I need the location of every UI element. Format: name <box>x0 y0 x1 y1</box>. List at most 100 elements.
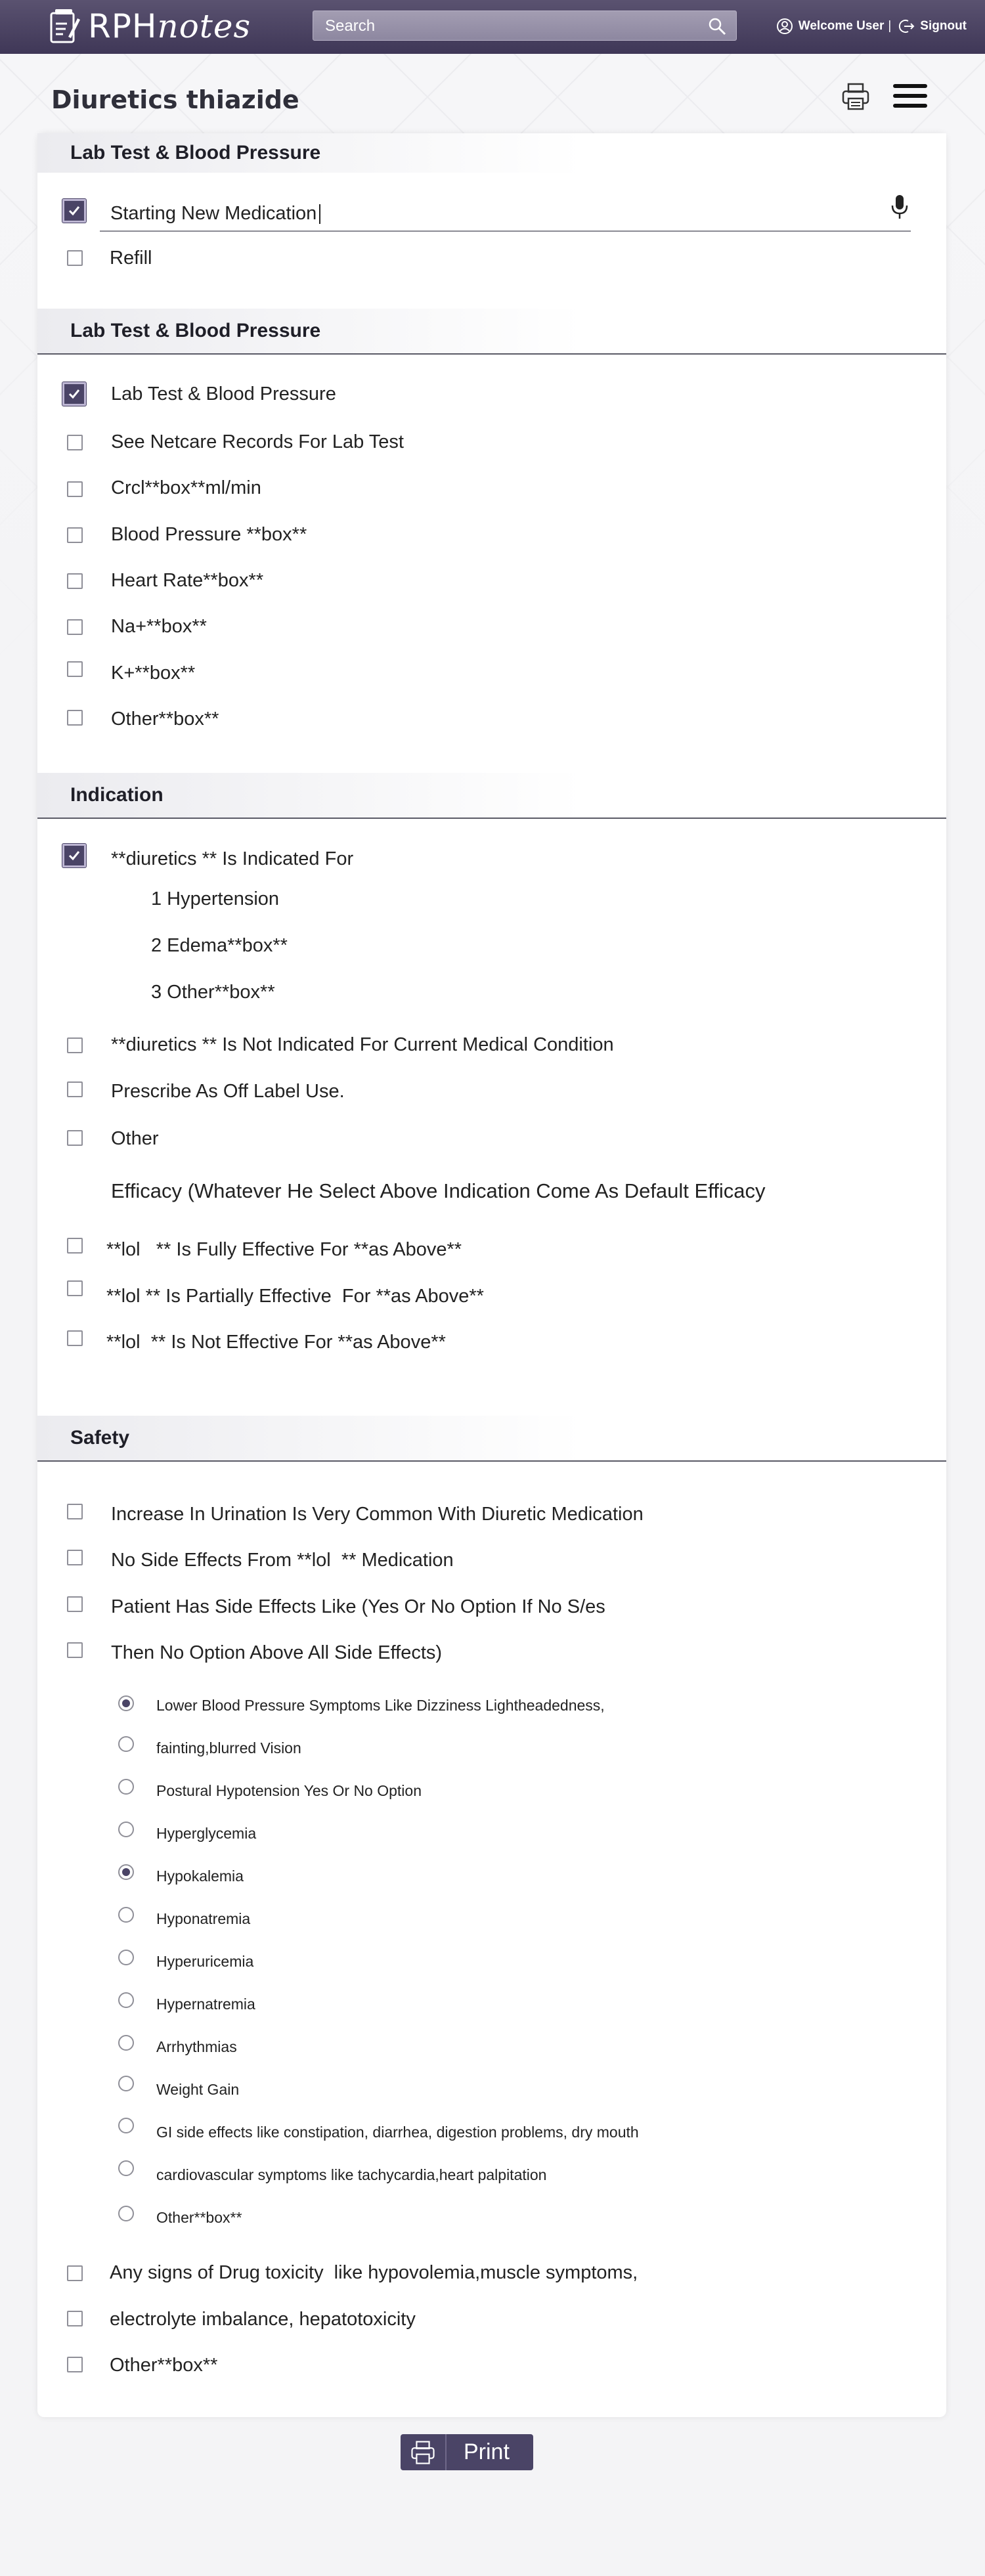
sodium-checkbox[interactable] <box>67 619 83 635</box>
has-side-effects-label: Patient Has Side Effects Like (Yes Or No… <box>111 1596 605 1617</box>
lab-test-label: Lab Test & Blood Pressure <box>111 383 336 404</box>
radio-gi-side-effects[interactable] <box>118 2118 134 2133</box>
radio-hyperglycemia[interactable] <box>118 1822 134 1837</box>
medication-text-field[interactable]: Starting New Medication <box>100 195 911 232</box>
search-input[interactable]: Search <box>313 11 737 41</box>
indicated-for-checkbox[interactable] <box>62 844 86 867</box>
header-separator: | <box>888 19 892 33</box>
radio-postural[interactable] <box>118 1779 134 1795</box>
radio-gi-side-effects-label: GI side effects like constipation, diarr… <box>156 2123 639 2141</box>
lab-test-checkbox[interactable] <box>62 382 86 406</box>
page-title: Diuretics thiazide <box>51 85 299 114</box>
edema-label: 2 Edema**box** <box>151 934 288 956</box>
print-button-icon-wrap <box>401 2434 447 2470</box>
netcare-label: See Netcare Records For Lab Test <box>111 431 404 452</box>
radio-arrhythmias[interactable] <box>118 2035 134 2051</box>
section-heading-lab-test-2: Lab Test & Blood Pressure <box>37 309 946 355</box>
partially-effective-checkbox[interactable] <box>67 1280 83 1296</box>
section-heading-indication: Indication <box>37 773 946 819</box>
crcl-label: Crcl**box**ml/min <box>111 477 261 498</box>
other-indication-label: 3 Other**box** <box>151 981 275 1003</box>
other-label: Other <box>111 1127 159 1149</box>
top-navbar: RPHnotes Search Welcome User | Signout <box>0 0 985 54</box>
section-heading-lab-test-1: Lab Test & Blood Pressure <box>37 133 946 173</box>
radio-hyperuricemia-label: Hyperuricemia <box>156 1952 254 1970</box>
potassium-label: K+**box** <box>111 662 196 684</box>
drug-toxicity-label: Any signs of Drug toxicity like hypovole… <box>110 2261 638 2283</box>
signout-link[interactable]: Signout <box>920 19 967 33</box>
radio-hypokalemia[interactable] <box>118 1864 134 1880</box>
radio-postural-label: Postural Hypotension Yes Or No Option <box>156 1781 422 1799</box>
other-lab-label: Other**box** <box>111 708 219 730</box>
crcl-checkbox[interactable] <box>67 481 83 497</box>
netcare-checkbox[interactable] <box>67 435 83 450</box>
radio-hypernatremia[interactable] <box>118 1992 134 2008</box>
other-lab-checkbox[interactable] <box>67 710 83 726</box>
radio-hypokalemia-label: Hypokalemia <box>156 1867 244 1885</box>
radio-fainting[interactable] <box>118 1736 134 1752</box>
section-heading-safety: Safety <box>37 1416 946 1462</box>
radio-other-side-effect[interactable] <box>118 2206 134 2221</box>
potassium-checkbox[interactable] <box>67 661 83 677</box>
no-option-label: Then No Option Above All Side Effects) <box>111 1642 443 1663</box>
radio-hyponatremia[interactable] <box>118 1907 134 1923</box>
other-safety-label: Other**box** <box>110 2354 218 2376</box>
logo-text: RPHnotes <box>88 7 252 45</box>
not-indicated-checkbox[interactable] <box>67 1037 83 1053</box>
other-safety-checkbox[interactable] <box>67 2357 83 2372</box>
radio-weight-gain-label: Weight Gain <box>156 2080 240 2098</box>
not-effective-label: **lol ** Is Not Effective For **as Above… <box>106 1331 446 1353</box>
print-button-label: Print <box>464 2439 510 2464</box>
radio-hyperuricemia[interactable] <box>118 1950 134 1965</box>
radio-arrhythmias-label: Arrhythmias <box>156 2038 237 2055</box>
radio-cardiovascular[interactable] <box>118 2160 134 2176</box>
form-card: Lab Test & Blood Pressure Starting New M… <box>37 133 946 2417</box>
radio-hyperglycemia-label: Hyperglycemia <box>156 1824 257 1842</box>
not-indicated-label: **diuretics ** Is Not Indicated For Curr… <box>111 1034 614 1055</box>
no-side-effects-checkbox[interactable] <box>67 1550 83 1565</box>
radio-other-side-effect-label: Other**box** <box>156 2208 242 2226</box>
radio-lower-bp[interactable] <box>118 1695 134 1711</box>
fully-effective-label: **lol ** Is Fully Effective For **as Abo… <box>106 1238 462 1260</box>
starting-medication-checkbox[interactable] <box>62 199 86 223</box>
drug-toxicity-checkbox[interactable] <box>67 2265 83 2281</box>
radio-fainting-label: fainting,blurred Vision <box>156 1739 301 1757</box>
radio-cardiovascular-label: cardiovascular symptoms like tachycardia… <box>156 2166 547 2183</box>
user-area: Welcome User | Signout <box>776 14 967 38</box>
urination-label: Increase In Urination Is Very Common Wit… <box>111 1503 644 1525</box>
off-label-label: Prescribe As Off Label Use. <box>111 1080 345 1102</box>
sodium-label: Na+**box** <box>111 615 207 637</box>
printer-icon <box>411 2440 435 2464</box>
urination-checkbox[interactable] <box>67 1504 83 1519</box>
partially-effective-label: **lol ** Is Partially Effective For **as… <box>106 1285 484 1307</box>
welcome-user-label[interactable]: Welcome User <box>799 19 885 33</box>
efficacy-note: Efficacy (Whatever He Select Above Indic… <box>111 1179 766 1202</box>
search-icon[interactable] <box>707 16 727 36</box>
radio-weight-gain[interactable] <box>118 2076 134 2091</box>
hypertension-label: 1 Hypertension <box>151 888 280 909</box>
off-label-checkbox[interactable] <box>67 1081 83 1097</box>
heart-rate-label: Heart Rate**box** <box>111 569 264 591</box>
microphone-icon[interactable] <box>890 194 909 220</box>
search-placeholder: Search <box>325 17 376 35</box>
radio-hypernatremia-label: Hypernatremia <box>156 1995 255 2013</box>
refill-checkbox[interactable] <box>67 250 83 266</box>
no-side-effects-label: No Side Effects From **lol ** Medication <box>111 1549 454 1571</box>
printer-icon[interactable] <box>841 81 871 112</box>
signout-icon[interactable] <box>898 18 915 35</box>
print-button[interactable]: Print <box>401 2434 533 2470</box>
heart-rate-checkbox[interactable] <box>67 573 83 589</box>
has-side-effects-checkbox[interactable] <box>67 1596 83 1612</box>
other-indication-checkbox[interactable] <box>67 1130 83 1146</box>
refill-label: Refill <box>110 247 152 269</box>
fully-effective-checkbox[interactable] <box>67 1238 83 1254</box>
electrolyte-checkbox[interactable] <box>67 2311 83 2326</box>
no-option-checkbox[interactable] <box>67 1642 83 1658</box>
electrolyte-label: electrolyte imbalance, hepatotoxicity <box>110 2308 416 2330</box>
indicated-for-label: **diuretics ** Is Indicated For <box>111 848 354 869</box>
app-logo[interactable]: RPHnotes <box>47 7 251 46</box>
user-icon <box>776 18 793 34</box>
not-effective-checkbox[interactable] <box>67 1330 83 1346</box>
hamburger-menu-icon[interactable] <box>893 84 927 109</box>
blood-pressure-checkbox[interactable] <box>67 527 83 543</box>
